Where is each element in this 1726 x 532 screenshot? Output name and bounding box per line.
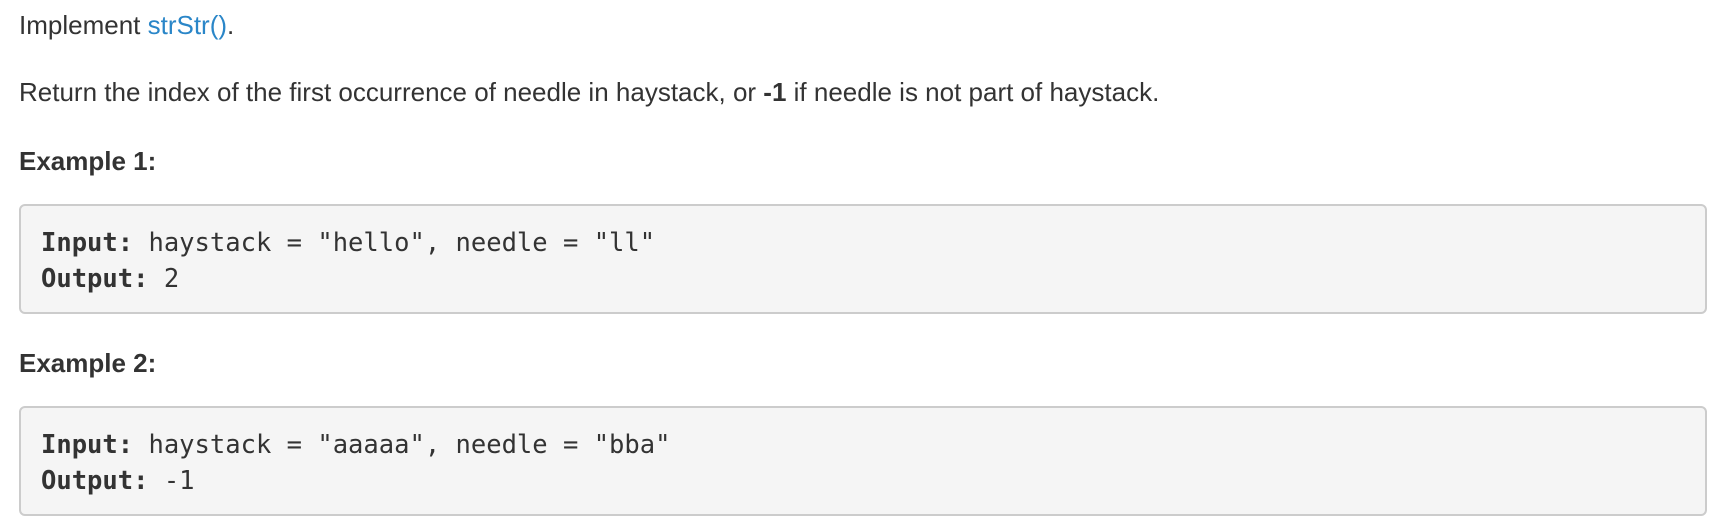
example-1-output-line: Output: 2 [41,264,179,294]
example-2-input-value: haystack = "aaaaa", needle = "bba" [133,430,671,460]
problem-description: Return the index of the first occurrence… [19,77,1159,107]
intro-prefix: Implement [19,10,148,40]
example-1-input-value: haystack = "hello", needle = "ll" [133,228,656,258]
example-1-code-block: Input: haystack = "hello", needle = "ll"… [19,204,1707,314]
strstr-link[interactable]: strStr() [148,10,227,40]
example-2-input-label: Input: [41,430,134,460]
description-after: if needle is not part of haystack. [786,77,1160,107]
example-2-output-label: Output: [41,466,149,496]
description-bold-value: -1 [763,77,787,107]
example-2-output-line: Output: -1 [41,466,195,496]
example-1-heading: Example 1: [19,146,157,176]
example-2-output-value: -1 [148,466,195,496]
intro-line: Implement strStr(). [19,10,234,40]
example-2-heading: Example 2: [19,348,157,378]
description-before: Return the index of the first occurrence… [19,77,764,107]
example-2-code-block: Input: haystack = "aaaaa", needle = "bba… [19,406,1707,516]
example-1-output-label: Output: [41,264,149,294]
intro-suffix: . [227,10,235,40]
example-1-input-line: Input: haystack = "hello", needle = "ll" [41,228,655,258]
example-1-input-label: Input: [41,228,134,258]
example-1-output-value: 2 [148,264,180,294]
example-2-input-line: Input: haystack = "aaaaa", needle = "bba… [41,430,670,460]
